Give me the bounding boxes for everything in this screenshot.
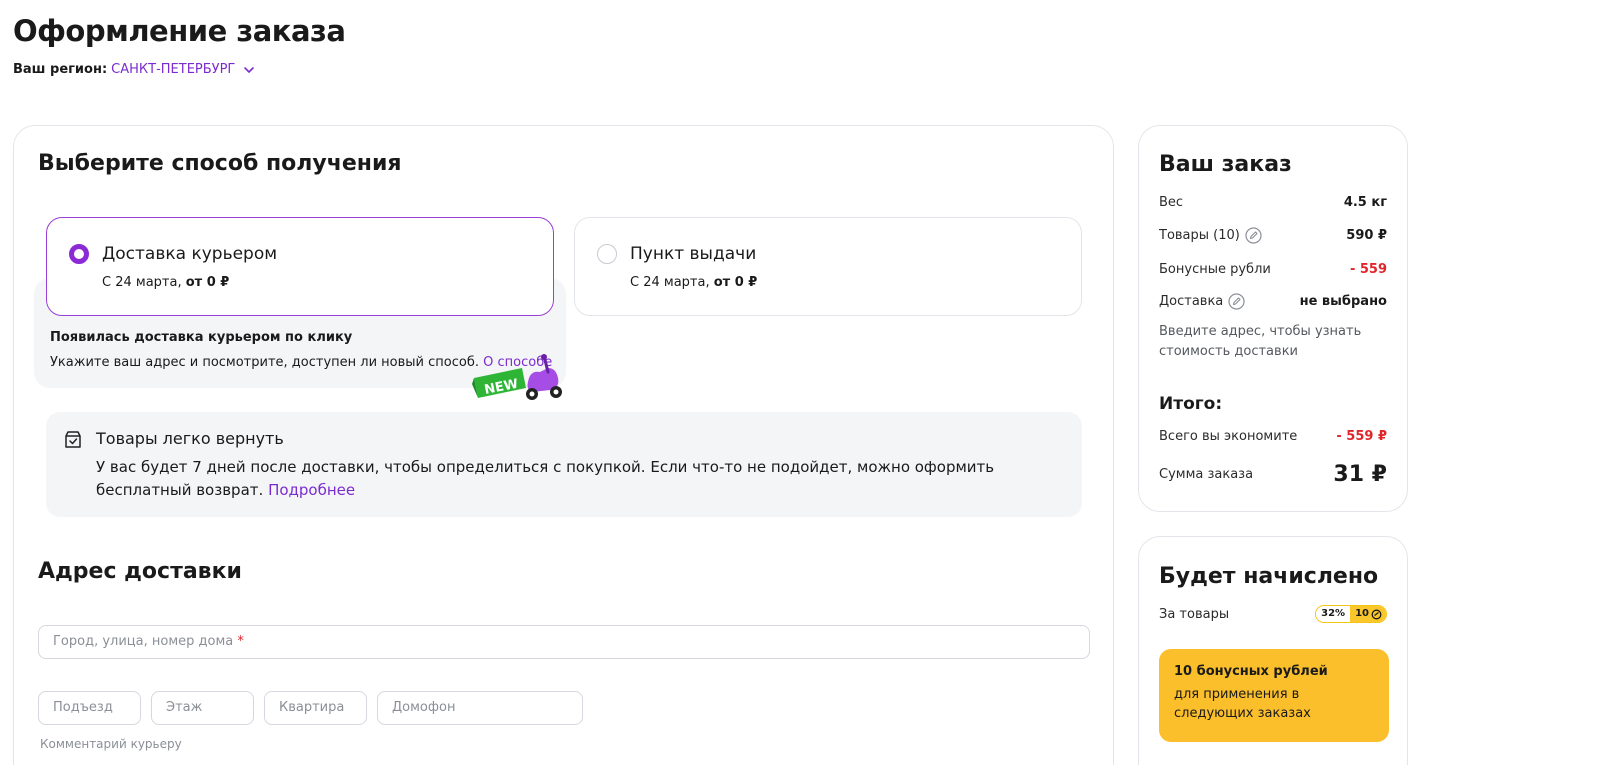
bonus-coin-icon bbox=[1371, 609, 1382, 619]
order-sum-row: Сумма заказа 31 ₽ bbox=[1159, 462, 1387, 487]
return-details-link[interactable]: Подробнее bbox=[268, 481, 355, 499]
apartment-input[interactable]: Квартира bbox=[264, 691, 367, 725]
weight-value: 4.5 кг bbox=[1343, 195, 1387, 210]
option-title: Доставка курьером bbox=[102, 244, 278, 264]
floor-input[interactable]: Этаж bbox=[151, 691, 254, 725]
delivery-label: Доставка bbox=[1159, 294, 1224, 309]
bonus-rubles-row: Бонусные рубли - 559 bbox=[1159, 262, 1387, 277]
bonus-percent: 32% bbox=[1316, 606, 1351, 622]
edit-delivery-icon[interactable] bbox=[1228, 293, 1245, 310]
delivery-value: не выбрано bbox=[1299, 294, 1387, 309]
order-sum-value: 31 ₽ bbox=[1333, 462, 1387, 487]
delivery-label-group: Доставка bbox=[1159, 293, 1245, 310]
items-row: Товары (10) 590 ₽ bbox=[1159, 227, 1387, 244]
order-sum-label: Сумма заказа bbox=[1159, 467, 1254, 482]
option-title: Пункт выдачи bbox=[630, 244, 757, 264]
items-label: Товары (10) bbox=[1159, 228, 1240, 243]
items-value: 590 ₽ bbox=[1346, 228, 1387, 243]
return-title: Товары легко вернуть bbox=[96, 429, 284, 448]
bonus-accrual-title: Будет начислено bbox=[1159, 564, 1379, 589]
bonus-amount: 10 bbox=[1355, 608, 1369, 619]
weight-row: Вес 4.5 кг bbox=[1159, 195, 1387, 210]
region-selector[interactable]: Ваш регион: Санкт-Петербург bbox=[13, 62, 256, 77]
required-mark: * bbox=[237, 634, 244, 649]
radio-pickup[interactable] bbox=[597, 244, 617, 264]
region-value[interactable]: Санкт-Петербург bbox=[111, 62, 235, 77]
savings-row: Всего вы экономите - 559 ₽ bbox=[1159, 429, 1387, 444]
bonus-rubles-label: Бонусные рубли bbox=[1159, 262, 1271, 277]
address-placeholder: Город, улица, номер дома bbox=[53, 634, 234, 649]
entrance-input[interactable]: Подъезд bbox=[38, 691, 141, 725]
total-label: Итого: bbox=[1159, 394, 1223, 414]
chevron-down-icon[interactable] bbox=[242, 63, 256, 77]
bonus-for-items-row: За товары 32% 10 bbox=[1159, 605, 1387, 623]
address-heading: Адрес доставки bbox=[38, 559, 242, 584]
items-label-group: Товары (10) bbox=[1159, 227, 1262, 244]
bonus-box-text: для применения в следующих заказах bbox=[1174, 687, 1311, 721]
option-subtitle: С 24 марта, от 0 ₽ bbox=[630, 275, 758, 290]
promo-title: Появилась доставка курьером по клику bbox=[50, 330, 353, 345]
order-summary-card: Ваш заказ Вес 4.5 кг Товары (10) 590 ₽ Б… bbox=[1138, 125, 1408, 512]
bonus-rubles-value: - 559 bbox=[1349, 262, 1387, 277]
bonus-amount-group: 10 bbox=[1350, 606, 1386, 622]
delivery-option-courier[interactable]: Доставка курьером С 24 марта, от 0 ₽ bbox=[46, 217, 554, 316]
edit-items-icon[interactable] bbox=[1245, 227, 1262, 244]
bonus-promo-box: 10 бонусных рублей для применения в след… bbox=[1159, 649, 1389, 742]
savings-value: - 559 ₽ bbox=[1336, 429, 1387, 444]
intercom-input[interactable]: Домофон bbox=[377, 691, 583, 725]
delivery-row: Доставка не выбрано bbox=[1159, 293, 1387, 310]
delivery-hint: Введите адрес, чтобы узнать стоимость до… bbox=[1159, 324, 1362, 359]
bonus-accrual-card: Будет начислено За товары 32% 10 10 бону… bbox=[1138, 536, 1408, 765]
return-box-icon bbox=[65, 431, 81, 448]
savings-label: Всего вы экономите bbox=[1159, 429, 1298, 444]
return-text: У вас будет 7 дней после доставки, чтобы… bbox=[96, 458, 995, 499]
bonus-badge: 32% 10 bbox=[1315, 605, 1387, 623]
bonus-for-items-label: За товары bbox=[1159, 606, 1230, 622]
delivery-method-heading: Выберите способ получения bbox=[38, 151, 402, 176]
delivery-option-pickup[interactable]: Пункт выдачи С 24 марта, от 0 ₽ bbox=[574, 217, 1082, 316]
new-scooter-icon: NEW bbox=[472, 354, 562, 400]
easy-return-info: Товары легко вернуть У вас будет 7 дней … bbox=[46, 412, 1082, 517]
weight-label: Вес bbox=[1159, 195, 1184, 210]
bonus-box-title: 10 бонусных рублей bbox=[1174, 664, 1328, 679]
order-summary-title: Ваш заказ bbox=[1159, 152, 1292, 177]
region-label: Ваш регион: bbox=[13, 62, 108, 77]
option-subtitle: С 24 марта, от 0 ₽ bbox=[102, 275, 230, 290]
courier-comment-label: Комментарий курьеру bbox=[40, 737, 182, 751]
radio-courier[interactable] bbox=[69, 244, 89, 264]
address-input[interactable]: Город, улица, номер дома * bbox=[38, 625, 1090, 659]
page-title: Оформление заказа bbox=[13, 14, 346, 48]
